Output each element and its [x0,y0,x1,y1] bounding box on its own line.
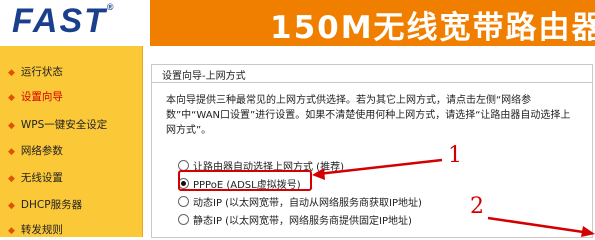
annotation-marker-1: 1 [448,143,462,168]
annotation-arrows [312,158,595,237]
arrow-1-head [312,168,325,180]
arrow-2-head [581,226,595,237]
arrow-2-line [487,216,591,235]
arrow-1-line [317,158,443,176]
annotation-marker-2: 2 [470,194,484,219]
